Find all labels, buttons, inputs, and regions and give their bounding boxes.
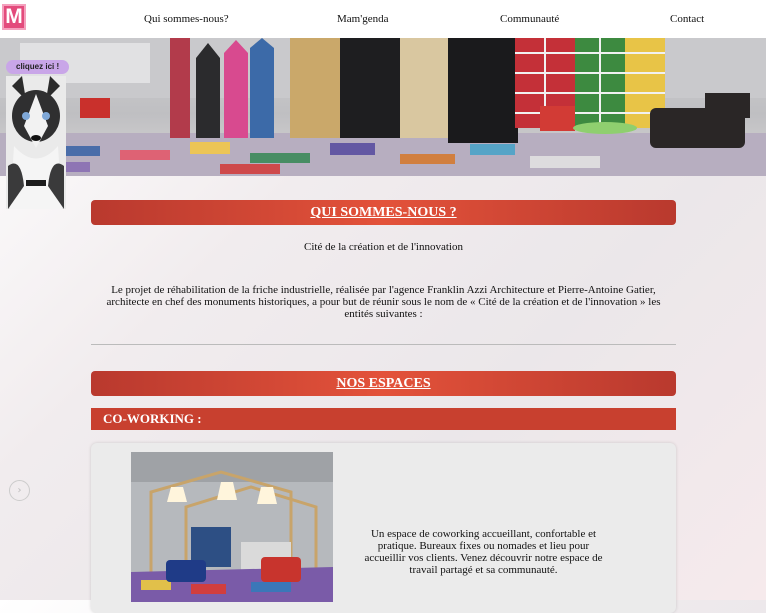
coworking-card: Un espace de coworking accueillant, conf…: [91, 443, 676, 613]
section-divider: [91, 344, 676, 345]
about-paragraph: Le projet de réhabilitation de la friche…: [106, 284, 661, 320]
nav-link-mamgenda[interactable]: Mam'genda: [337, 13, 388, 25]
dog-widget-badge[interactable]: cliquez ici !: [6, 60, 70, 74]
coworking-photo: [131, 452, 333, 602]
nav-link-qui-sommes-nous[interactable]: Qui sommes-nous?: [144, 13, 229, 25]
coworking-title: CO-WORKING :: [91, 408, 676, 430]
nav-link-communaute[interactable]: Communauté: [500, 13, 559, 25]
husky-dog-icon[interactable]: [6, 76, 66, 209]
about-subtitle: Cité de la création et de l'innovation: [304, 241, 463, 253]
arrow-circle-icon[interactable]: ›: [9, 480, 30, 501]
nav-link-contact[interactable]: Contact: [670, 13, 704, 25]
coworking-description: Un espace de coworking accueillant, conf…: [364, 528, 603, 576]
hero-image: [0, 38, 766, 176]
spaces-heading: NOS ESPACES: [91, 371, 676, 396]
about-heading: QUI SOMMES-NOUS ?: [91, 200, 676, 225]
site-logo[interactable]: M: [2, 4, 26, 30]
top-navbar: M Qui sommes-nous? Mam'genda Communauté …: [0, 0, 766, 39]
